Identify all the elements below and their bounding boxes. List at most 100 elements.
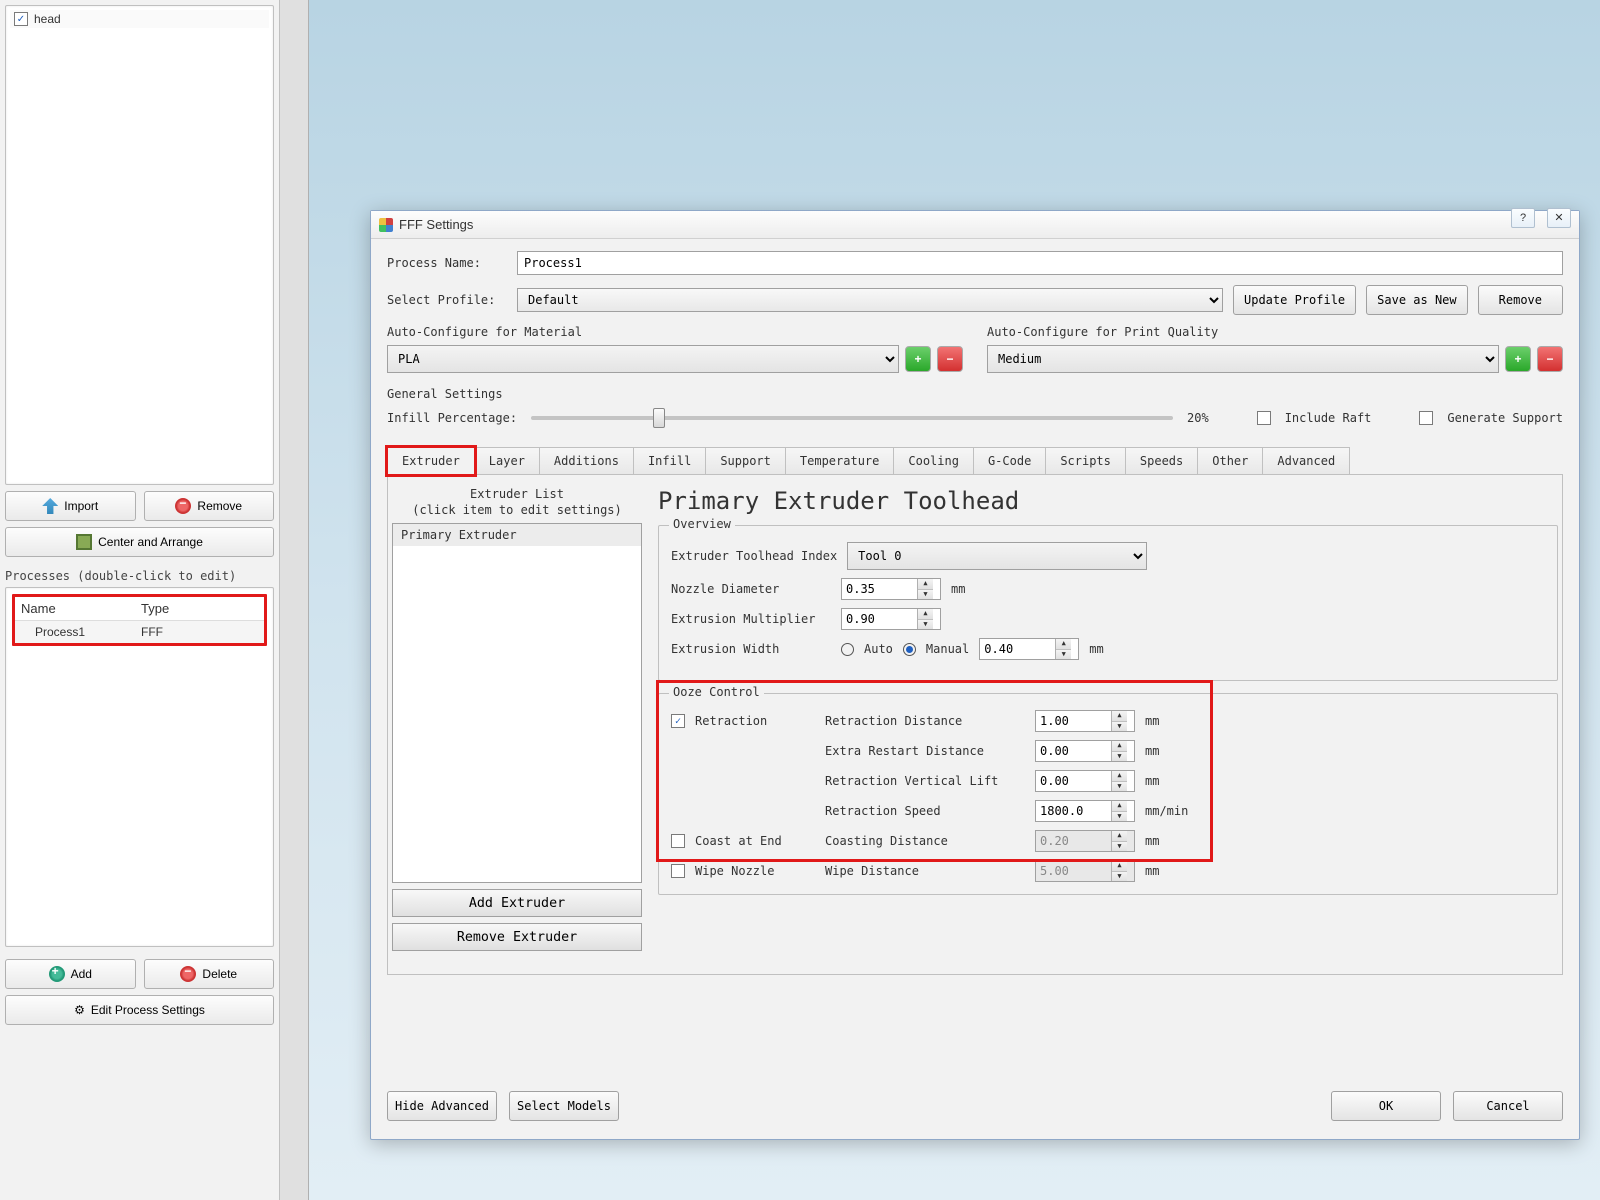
retraction-distance-spin[interactable]: ▲▼ (1035, 710, 1135, 732)
auto-material-label: Auto-Configure for Material (387, 325, 963, 339)
extrusion-width-label: Extrusion Width (671, 642, 831, 656)
toolhead-index-label: Extruder Toolhead Index (671, 549, 837, 563)
wipe-label: Wipe Nozzle (695, 864, 815, 878)
wipe-distance-spin: ▲▼ (1035, 860, 1135, 882)
spin-down-icon[interactable]: ▼ (918, 590, 933, 600)
processes-label: Processes (double-click to edit) (5, 569, 274, 583)
remove-extruder-button[interactable]: Remove Extruder (392, 923, 642, 951)
delete-icon (180, 966, 196, 982)
panel-resize-handle[interactable] (279, 0, 309, 1200)
wipe-checkbox[interactable] (671, 864, 685, 878)
generate-support-label: Generate Support (1447, 411, 1563, 425)
coast-label: Coast at End (695, 834, 815, 848)
tab-scripts[interactable]: Scripts (1045, 447, 1126, 474)
generate-support-checkbox[interactable] (1419, 411, 1433, 425)
app-logo-icon (379, 218, 393, 232)
wipe-distance-label: Wipe Distance (825, 864, 1025, 878)
remove-profile-button[interactable]: Remove (1478, 285, 1563, 315)
material-combo[interactable]: PLA (387, 345, 899, 373)
tab-advanced[interactable]: Advanced (1262, 447, 1350, 474)
ooze-legend: Ooze Control (669, 685, 764, 699)
select-profile-label: Select Profile: (387, 293, 507, 307)
process-name-input[interactable] (517, 251, 1563, 275)
extruder-item[interactable]: Primary Extruder (393, 524, 641, 546)
extruder-list-sub: (click item to edit settings) (392, 503, 642, 517)
extruder-panel-title: Primary Extruder Toolhead (658, 487, 1558, 515)
extrusion-multiplier-spin[interactable]: ▲▼ (841, 608, 941, 630)
tab-speeds[interactable]: Speeds (1125, 447, 1198, 474)
tab-additions[interactable]: Additions (539, 447, 634, 474)
auto-quality-label: Auto-Configure for Print Quality (987, 325, 1563, 339)
close-button[interactable]: ✕ (1547, 208, 1571, 228)
nozzle-diameter-label: Nozzle Diameter (671, 582, 831, 596)
import-icon (42, 498, 58, 514)
add-extruder-button[interactable]: Add Extruder (392, 889, 642, 917)
delete-material-button[interactable]: − (937, 346, 963, 372)
tab-layer[interactable]: Layer (474, 447, 540, 474)
retraction-checkbox[interactable]: ✓ (671, 714, 685, 728)
model-checkbox[interactable]: ✓ (14, 12, 28, 26)
delete-process-button[interactable]: Delete (144, 959, 275, 989)
width-manual-radio[interactable] (903, 643, 916, 656)
processes-table: Name Type Process1 FFF (5, 587, 274, 947)
width-auto-radio[interactable] (841, 643, 854, 656)
infill-pct-value: 20% (1187, 411, 1209, 425)
col-type-header: Type (141, 601, 258, 616)
tab-extruder[interactable]: Extruder (387, 447, 475, 475)
processes-header: Name Type (15, 597, 264, 621)
infill-slider[interactable] (531, 407, 1173, 429)
process-row[interactable]: Process1 FFF (15, 621, 264, 643)
extrusion-multiplier-label: Extrusion Multiplier (671, 612, 831, 626)
update-profile-button[interactable]: Update Profile (1233, 285, 1356, 315)
settings-tabs: Extruder Layer Additions Infill Support … (387, 447, 1563, 475)
select-models-button[interactable]: Select Models (509, 1091, 619, 1121)
vertical-lift-label: Retraction Vertical Lift (825, 774, 1025, 788)
vertical-lift-spin[interactable]: ▲▼ (1035, 770, 1135, 792)
model-row[interactable]: ✓ head (10, 10, 269, 28)
center-arrange-button[interactable]: Center and Arrange (5, 527, 274, 557)
dialog-titlebar[interactable]: FFF Settings ? ✕ (371, 211, 1579, 239)
toolhead-index-combo[interactable]: Tool 0 (847, 542, 1147, 570)
help-button[interactable]: ? (1511, 208, 1535, 228)
edit-process-settings-button[interactable]: ⚙ Edit Process Settings (5, 995, 274, 1025)
extruder-listbox: Primary Extruder (392, 523, 642, 883)
select-profile-combo[interactable]: Default (517, 288, 1223, 312)
coast-checkbox[interactable] (671, 834, 685, 848)
tab-gcode[interactable]: G-Code (973, 447, 1046, 474)
retraction-speed-label: Retraction Speed (825, 804, 1025, 818)
fff-settings-dialog: FFF Settings ? ✕ Process Name: Select Pr… (370, 210, 1580, 1140)
add-process-button[interactable]: Add (5, 959, 136, 989)
tab-content: Extruder List (click item to edit settin… (387, 475, 1563, 975)
cancel-button[interactable]: Cancel (1453, 1091, 1563, 1121)
hide-advanced-button[interactable]: Hide Advanced (387, 1091, 497, 1121)
add-quality-button[interactable]: + (1505, 346, 1531, 372)
tab-cooling[interactable]: Cooling (893, 447, 974, 474)
retraction-distance-label: Retraction Distance (825, 714, 1025, 728)
include-raft-label: Include Raft (1285, 411, 1372, 425)
retraction-speed-spin[interactable]: ▲▼ (1035, 800, 1135, 822)
include-raft-checkbox[interactable] (1257, 411, 1271, 425)
save-as-new-button[interactable]: Save as New (1366, 285, 1467, 315)
tab-support[interactable]: Support (705, 447, 786, 474)
tab-infill[interactable]: Infill (633, 447, 706, 474)
spin-up-icon[interactable]: ▲ (918, 579, 933, 590)
coast-distance-spin: ▲▼ (1035, 830, 1135, 852)
tab-other[interactable]: Other (1197, 447, 1263, 474)
extrusion-width-spin[interactable]: ▲▼ (979, 638, 1079, 660)
ok-button[interactable]: OK (1331, 1091, 1441, 1121)
nozzle-diameter-spin[interactable]: ▲▼ (841, 578, 941, 600)
remove-model-button[interactable]: Remove (144, 491, 275, 521)
extra-restart-spin[interactable]: ▲▼ (1035, 740, 1135, 762)
add-material-button[interactable]: + (905, 346, 931, 372)
extruder-list-title: Extruder List (392, 487, 642, 501)
import-button[interactable]: Import (5, 491, 136, 521)
tab-temperature[interactable]: Temperature (785, 447, 894, 474)
infill-pct-label: Infill Percentage: (387, 411, 517, 425)
slider-thumb[interactable] (653, 408, 665, 428)
extra-restart-label: Extra Restart Distance (825, 744, 1025, 758)
delete-quality-button[interactable]: − (1537, 346, 1563, 372)
retraction-label: Retraction (695, 714, 815, 728)
overview-group: Overview Extruder Toolhead Index Tool 0 … (658, 525, 1558, 681)
quality-combo[interactable]: Medium (987, 345, 1499, 373)
process-name-label: Process Name: (387, 256, 507, 270)
